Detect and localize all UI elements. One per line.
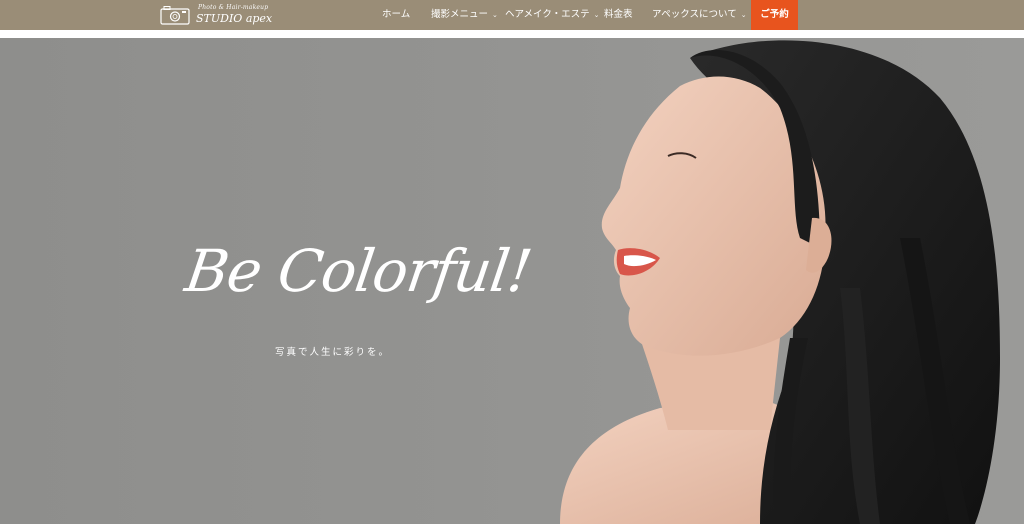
nav-label: ヘアメイク・エステ	[505, 9, 590, 20]
nav-item-home[interactable]: ホーム	[382, 0, 410, 30]
hero-headline: Be Colorful!	[181, 237, 536, 305]
logo-brand: STUDIO apex	[196, 12, 273, 25]
nav-label: ホーム	[382, 9, 411, 20]
nav-item-photo-menu[interactable]: 撮影メニュー ⌄	[431, 0, 498, 30]
chevron-down-icon: ⌄	[740, 11, 747, 19]
site-header: Photo & Hair-makeup STUDIO apex ホーム 撮影メニ…	[0, 0, 1024, 30]
nav-label: 料金表	[604, 9, 633, 20]
nav-item-pricing[interactable]: 料金表	[604, 0, 633, 30]
hero-subline: 写真で人生に彩りを。	[275, 347, 391, 358]
nav-item-about[interactable]: アペックスについて ⌄	[652, 0, 747, 30]
camera-icon	[160, 6, 190, 25]
hero-section: Be Colorful! 写真で人生に彩りを。	[0, 38, 1024, 524]
reserve-button[interactable]: ご予約	[751, 0, 798, 30]
nav-label: アペックスについて	[652, 9, 737, 20]
studio-logo[interactable]: Photo & Hair-makeup STUDIO apex	[160, 2, 273, 28]
chevron-down-icon: ⌄	[593, 11, 600, 19]
chevron-down-icon: ⌄	[492, 11, 498, 19]
logo-tagline: Photo & Hair-makeup	[198, 4, 269, 11]
nav-label: 撮影メニュー	[431, 9, 489, 20]
nav-item-hair-makeup[interactable]: ヘアメイク・エステ ⌄	[505, 0, 600, 30]
